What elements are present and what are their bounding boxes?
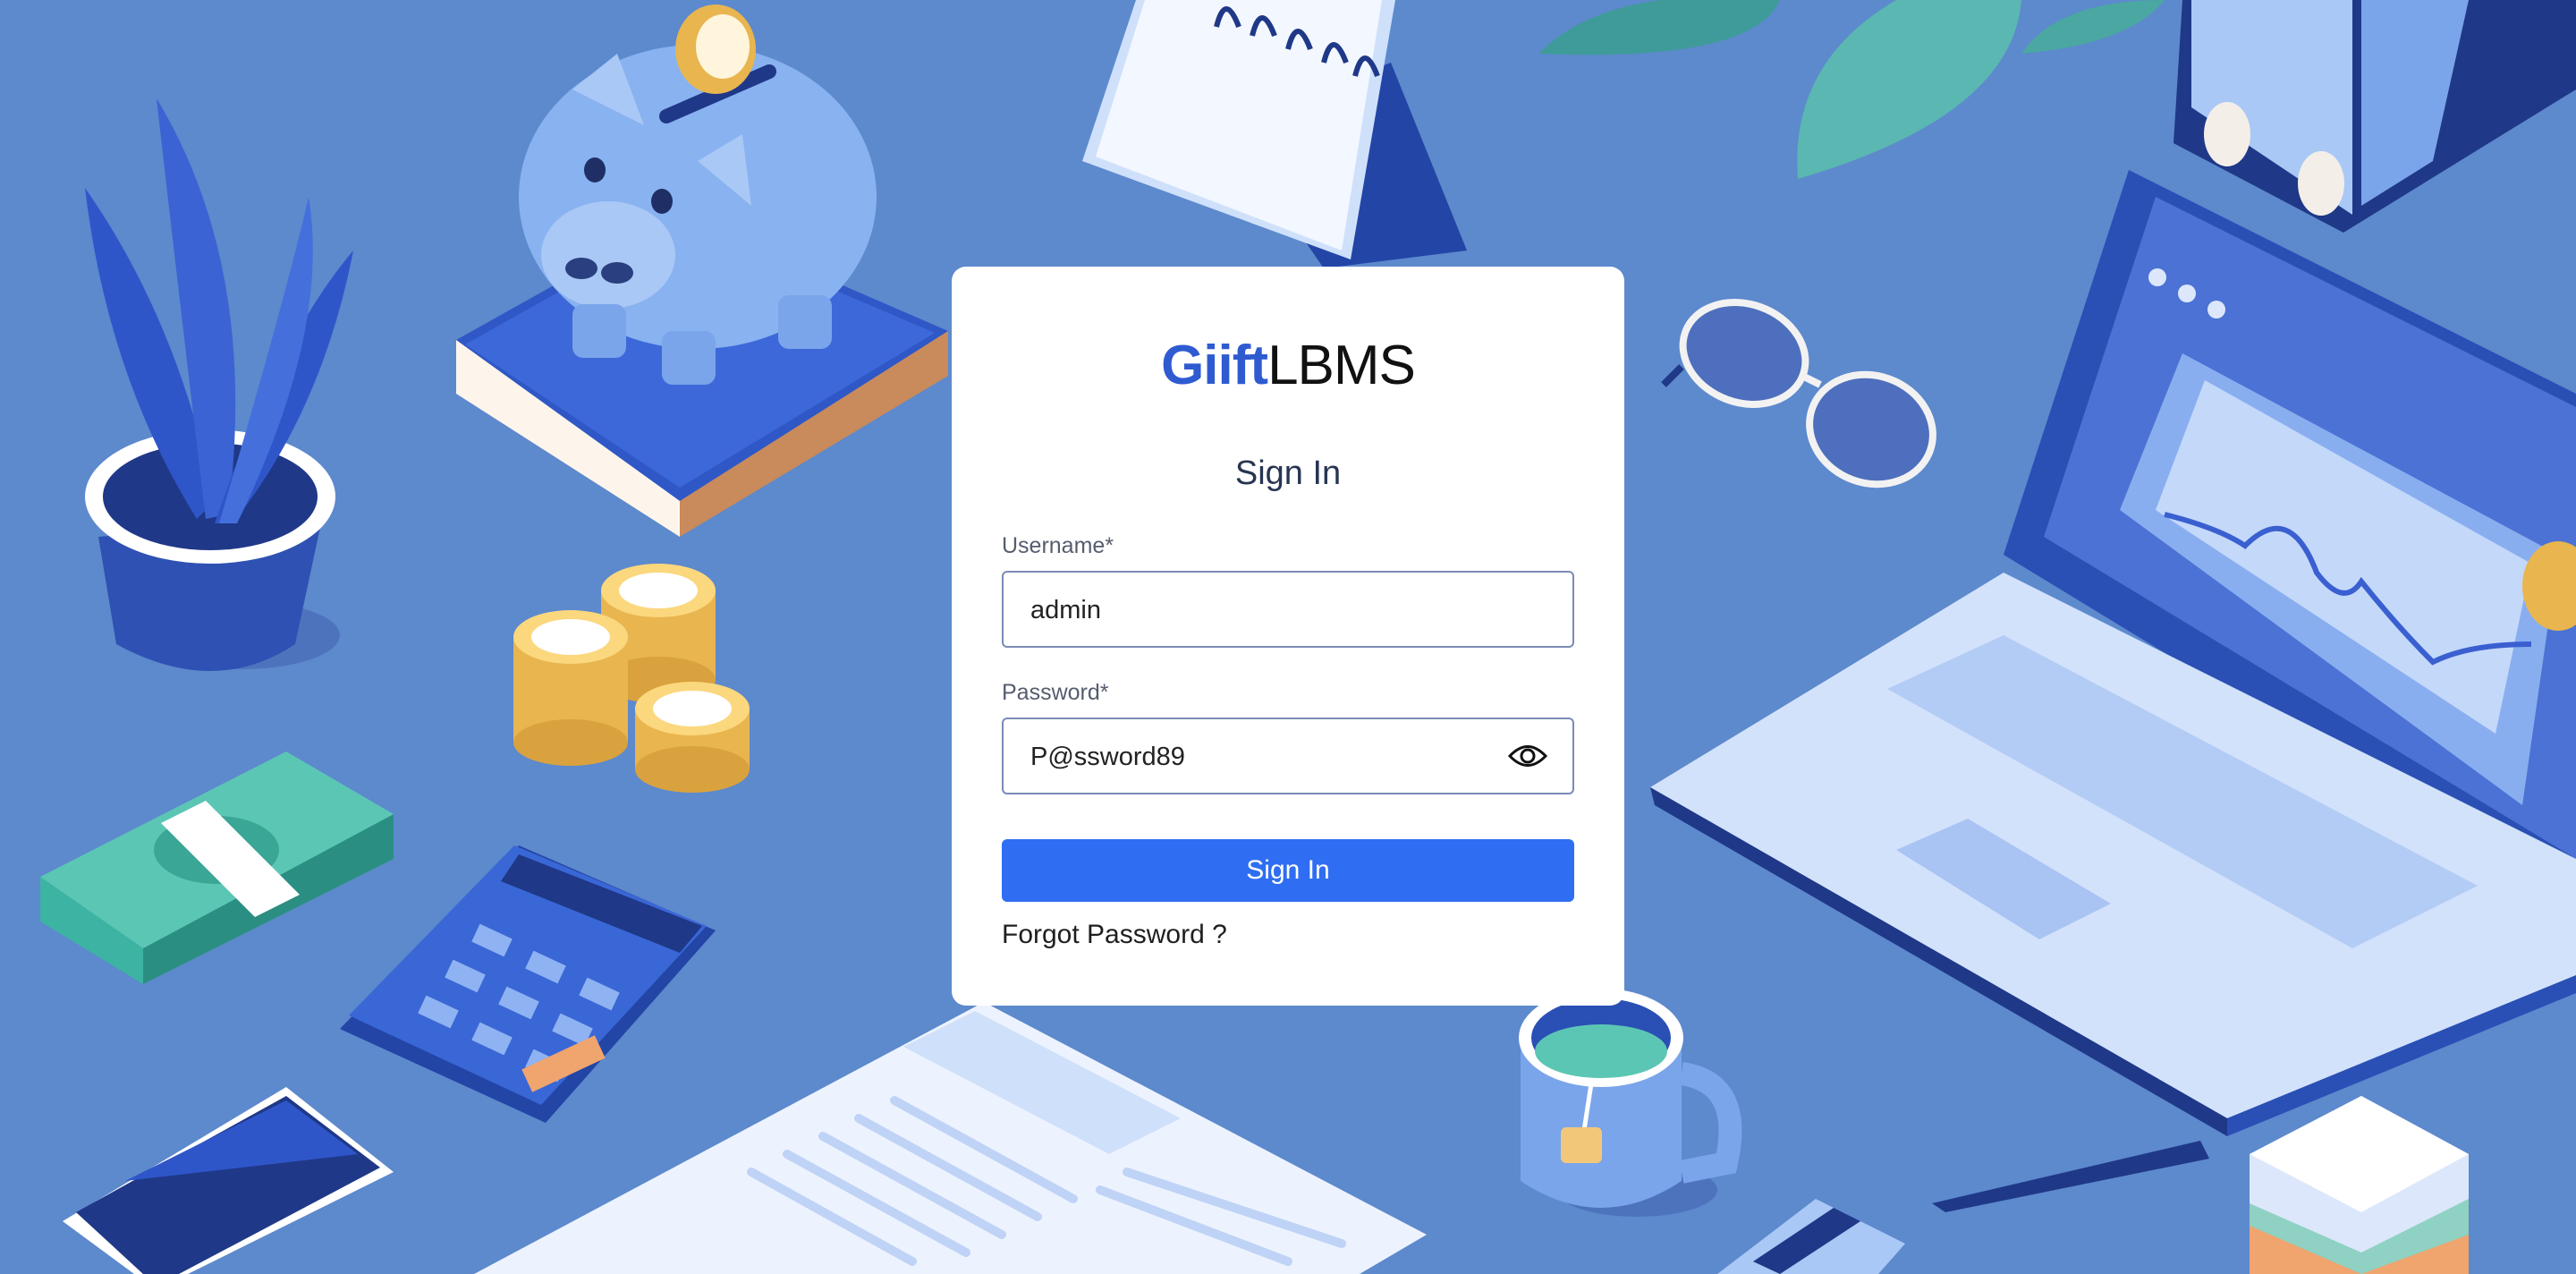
sign-in-card: GiiftLBMS Sign In Username* Password* Si… <box>952 267 1624 1006</box>
password-label: Password* <box>1002 680 1109 705</box>
brand-logo: GiiftLBMS <box>952 335 1624 397</box>
password-field-container <box>1002 718 1574 794</box>
brand-logo-part1: Giift <box>1161 335 1268 396</box>
password-input[interactable] <box>1029 719 1515 794</box>
username-input[interactable] <box>1029 573 1515 648</box>
eye-icon[interactable] <box>1508 741 1547 771</box>
username-field-container <box>1002 571 1574 648</box>
brand-logo-part2: LBMS <box>1267 335 1416 396</box>
sign-in-button[interactable]: Sign In <box>1002 839 1574 902</box>
username-label: Username* <box>1002 533 1114 558</box>
forgot-password-link[interactable]: Forgot Password ? <box>1002 920 1227 950</box>
form-title: Sign In <box>1234 454 1342 492</box>
